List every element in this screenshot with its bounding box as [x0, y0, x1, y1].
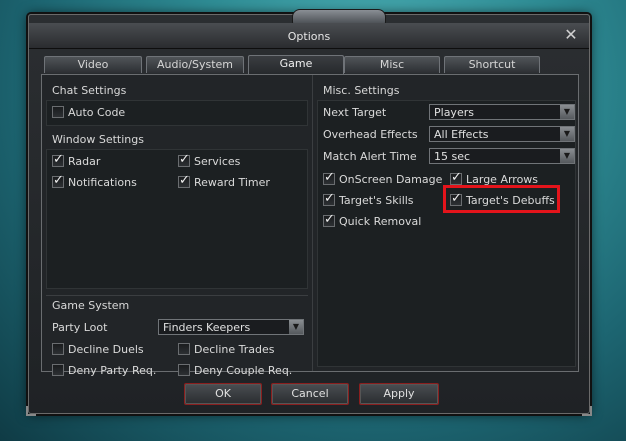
chevron-down-icon[interactable]: ▼: [560, 127, 574, 141]
deny-party-req-checkbox[interactable]: Deny Party Req.: [52, 362, 156, 378]
options-window: Options ✕ Video Audio/System Game Misc S…: [26, 9, 592, 416]
reward-timer-checkbox[interactable]: ✓ Reward Timer: [178, 174, 270, 190]
services-label: Services: [194, 154, 241, 168]
check-icon: ✓: [324, 191, 335, 206]
next-target-value: Players: [434, 106, 474, 119]
corner-ornament: [582, 406, 592, 416]
column-divider: [312, 75, 313, 371]
checkbox-box: ✓: [178, 173, 190, 188]
window-settings-panel: [46, 149, 308, 289]
tab-game[interactable]: Game: [248, 55, 344, 74]
targets-skills-checkbox[interactable]: ✓ Target's Skills: [323, 192, 414, 208]
check-icon: ✓: [53, 173, 64, 188]
section-divider: [46, 295, 308, 296]
checkbox-box: [52, 343, 64, 355]
party-loot-value: Finders Keepers: [163, 321, 251, 334]
checkbox-box: [52, 364, 64, 376]
checkbox-box: ✓: [178, 152, 190, 167]
reward-timer-label: Reward Timer: [194, 175, 270, 189]
next-target-dropdown[interactable]: Players ▼: [429, 104, 575, 120]
overhead-effects-value: All Effects: [434, 128, 489, 141]
game-system-title: Game System: [52, 299, 130, 312]
chevron-down-icon[interactable]: ▼: [560, 149, 574, 163]
onscreen-damage-label: OnScreen Damage: [339, 172, 443, 186]
check-icon: ✓: [179, 173, 190, 188]
decline-duels-label: Decline Duels: [68, 342, 144, 356]
deny-couple-req-label: Deny Couple Req.: [194, 363, 293, 377]
tab-audio-system[interactable]: Audio/System: [146, 56, 244, 73]
check-icon: ✓: [324, 170, 335, 185]
notifications-label: Notifications: [68, 175, 137, 189]
check-icon: ✓: [179, 152, 190, 167]
window-title: Options: [287, 30, 331, 43]
match-alert-label: Match Alert Time: [323, 150, 417, 163]
auto-code-checkbox[interactable]: Auto Code: [52, 104, 125, 120]
radar-checkbox[interactable]: ✓ Radar: [52, 153, 100, 169]
decline-trades-checkbox[interactable]: Decline Trades: [178, 341, 274, 357]
tab-shortcut[interactable]: Shortcut: [444, 56, 540, 73]
checkbox-box: ✓: [323, 191, 335, 206]
onscreen-damage-checkbox[interactable]: ✓ OnScreen Damage: [323, 171, 442, 187]
decline-duels-checkbox[interactable]: Decline Duels: [52, 341, 144, 357]
checkbox-box: ✓: [450, 170, 462, 185]
check-icon: ✓: [451, 191, 462, 206]
checkbox-box: [178, 343, 190, 355]
party-loot-dropdown[interactable]: Finders Keepers ▼: [158, 319, 304, 335]
match-alert-dropdown[interactable]: 15 sec ▼: [429, 148, 575, 164]
targets-skills-label: Target's Skills: [339, 193, 414, 207]
large-arrows-checkbox[interactable]: ✓ Large Arrows: [450, 171, 538, 187]
check-icon: ✓: [451, 170, 462, 185]
chevron-down-icon[interactable]: ▼: [560, 105, 574, 119]
targets-debuffs-label: Target's Debuffs: [466, 193, 555, 207]
corner-ornament: [26, 406, 36, 416]
ok-button[interactable]: OK: [184, 383, 262, 405]
apply-button[interactable]: Apply: [359, 383, 439, 405]
party-loot-label: Party Loot: [52, 321, 108, 334]
deny-party-req-label: Deny Party Req.: [68, 363, 157, 377]
radar-label: Radar: [68, 154, 101, 168]
overhead-effects-dropdown[interactable]: All Effects ▼: [429, 126, 575, 142]
checkbox-box: ✓: [52, 173, 64, 188]
close-icon[interactable]: ✕: [563, 27, 579, 43]
services-checkbox[interactable]: ✓ Services: [178, 153, 240, 169]
large-arrows-label: Large Arrows: [466, 172, 539, 186]
misc-settings-title: Misc. Settings: [323, 84, 400, 97]
auto-code-label: Auto Code: [68, 105, 126, 119]
window-settings-title: Window Settings: [52, 133, 144, 146]
deny-couple-req-checkbox[interactable]: Deny Couple Req.: [178, 362, 292, 378]
next-target-label: Next Target: [323, 106, 387, 119]
checkbox-box: ✓: [450, 191, 462, 206]
chat-settings-title: Chat Settings: [52, 84, 127, 97]
title-bar[interactable]: Options ✕: [29, 23, 589, 49]
checkbox-box: [52, 106, 64, 118]
tab-video[interactable]: Video: [44, 56, 142, 73]
chevron-down-icon[interactable]: ▼: [289, 320, 303, 334]
notifications-checkbox[interactable]: ✓ Notifications: [52, 174, 137, 190]
quick-removal-checkbox[interactable]: ✓ Quick Removal: [323, 213, 421, 229]
targets-debuffs-checkbox[interactable]: ✓ Target's Debuffs: [450, 192, 555, 208]
quick-removal-label: Quick Removal: [339, 214, 422, 228]
checkbox-box: ✓: [323, 212, 335, 227]
checkbox-box: [178, 364, 190, 376]
game-tab-content: Chat Settings Auto Code Window Settings …: [41, 74, 579, 377]
overhead-effects-label: Overhead Effects: [323, 128, 418, 141]
checkbox-box: ✓: [323, 170, 335, 185]
match-alert-value: 15 sec: [434, 150, 471, 163]
check-icon: ✓: [324, 212, 335, 227]
tab-misc[interactable]: Misc: [344, 56, 440, 73]
checkbox-box: ✓: [52, 152, 64, 167]
decline-trades-label: Decline Trades: [194, 342, 275, 356]
cancel-button[interactable]: Cancel: [271, 383, 349, 405]
check-icon: ✓: [53, 152, 64, 167]
